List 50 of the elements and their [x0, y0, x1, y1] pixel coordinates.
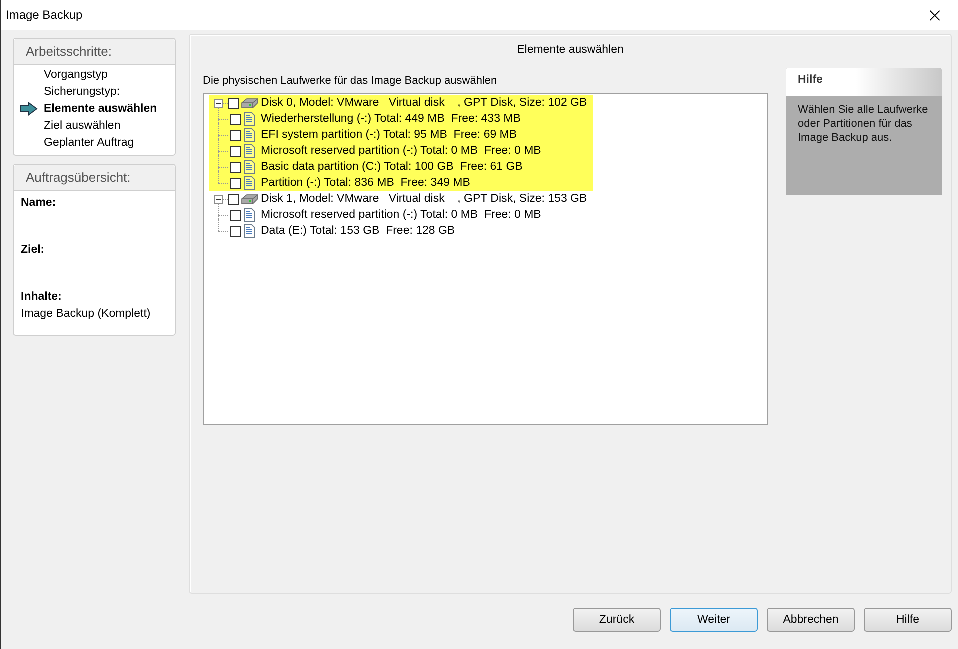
partition-label[interactable]: Microsoft reserved partition (-:) Total: 0 MB Free: 0 MB: [261, 145, 542, 157]
partition-label[interactable]: Partition (-:) Total: 836 MB Free: 349 MB: [261, 177, 470, 189]
step-item: Geplanter Auftrag: [44, 136, 134, 148]
collapse-icon[interactable]: [214, 194, 223, 204]
close-button[interactable]: ×: [912, 0, 958, 30]
checkbox[interactable]: [230, 146, 241, 156]
dialog-button[interactable]: Zurück: [573, 608, 661, 632]
checkbox[interactable]: [230, 114, 241, 124]
panel-title: Auftragsübersicht:: [14, 165, 175, 191]
help-title: Hilfe: [786, 68, 942, 96]
dialog-button[interactable]: Abbrechen: [767, 608, 855, 632]
field-label: Inhalte:: [21, 290, 63, 305]
document-icon: [244, 224, 255, 238]
disk-icon: [241, 194, 259, 204]
disk-label[interactable]: Disk 1, Model: VMware Virtual disk , GPT Disk, Size: 153 GB: [261, 193, 588, 205]
document-icon: [244, 208, 255, 222]
document-icon: [244, 112, 255, 126]
checkbox[interactable]: [230, 178, 241, 188]
step-item: Ziel auswählen: [44, 120, 121, 132]
disk-label[interactable]: Disk 0, Model: VMware Virtual disk , GPT Disk, Size: 102 GB: [261, 97, 588, 109]
checkbox[interactable]: [230, 226, 241, 236]
dialog-button[interactable]: Weiter: [670, 608, 758, 632]
partition-label[interactable]: Wiederherstellung (-:) Total: 449 MB Free: 433 MB: [261, 113, 521, 125]
field-label: Name:: [21, 196, 58, 211]
checkbox[interactable]: [228, 98, 239, 108]
checkbox[interactable]: [230, 130, 241, 140]
page-heading: Elemente auswählen: [516, 43, 625, 58]
step-item: Elemente auswählen: [44, 102, 158, 114]
field-value: Image Backup (Komplett): [21, 307, 152, 322]
partition-label[interactable]: Basic data partition (C:) Total: 100 GB Free: 61 GB: [261, 161, 523, 173]
document-icon: [244, 128, 255, 142]
step-item: Sicherungstyp:: [44, 86, 120, 98]
document-icon: [244, 176, 255, 190]
partition-label[interactable]: EFI system partition (-:) Total: 95 MB Free: 69 MB: [261, 129, 518, 141]
help-text: Wählen Sie alle Laufwerke oder Partitionen für das Image Backup aus.: [797, 103, 930, 146]
partition-label[interactable]: Microsoft reserved partition (-:) Total: 0 MB Free: 0 MB: [261, 209, 542, 221]
disk-icon: [241, 98, 259, 108]
panel-title: Arbeitsschritte:: [14, 39, 175, 65]
dialog-button[interactable]: Hilfe: [864, 608, 952, 632]
instruction-text: Die physischen Laufwerke für das Image Backup auswählen: [203, 75, 498, 89]
step-item: Vorgangstyp: [44, 68, 108, 80]
collapse-icon[interactable]: [214, 98, 223, 108]
document-icon: [244, 144, 255, 158]
document-icon: [244, 160, 255, 174]
window-title: Image Backup: [6, 8, 83, 22]
partition-label[interactable]: Data (E:) Total: 153 GB Free: 128 GB: [261, 225, 456, 237]
checkbox[interactable]: [230, 210, 241, 220]
checkbox[interactable]: [228, 194, 239, 204]
checkbox[interactable]: [230, 162, 241, 172]
field-label: Ziel:: [21, 243, 46, 258]
